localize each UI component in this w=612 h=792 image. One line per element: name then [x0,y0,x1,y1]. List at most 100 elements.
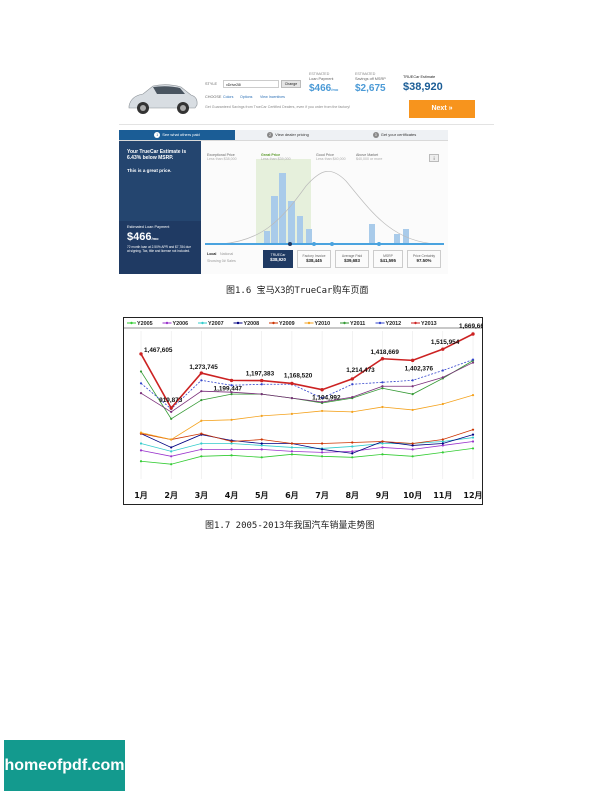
panel-loan-note: 72 month loan at 2.50% APR and $7,784 du… [127,245,191,253]
tab-see-what-others-paid[interactable]: 1 See what others paid [119,130,235,140]
data-point [411,448,414,451]
sales-count: Showing 0# Sales [207,259,236,263]
data-point [260,448,263,451]
data-point [200,398,203,402]
data-point [260,393,263,396]
sales-trend-chart: Y2005 Y2006 Y2007 Y2008 Y2009 Y2010 Y2011 Y2012… [123,317,488,505]
legend-label: Y2012 [386,321,402,327]
data-point [411,385,414,388]
watermark-logo: homeofpdf.com [4,740,125,791]
savings-header2: Savings off MSRP [355,77,386,81]
zone-above-market: Above Market $40,000 or more [356,153,382,161]
marker-value: $41,595 [380,258,396,263]
marker-value: 97.50% [416,258,432,263]
data-point [471,332,475,336]
price-histogram [264,173,409,244]
national-toggle[interactable]: National [220,252,233,256]
x-tick-label: 8月 [345,491,359,500]
data-point [139,392,143,395]
data-point [471,440,475,443]
choose-label: CHOOSE [205,95,222,99]
x-tick-label: 2月 [164,491,178,500]
data-point [200,390,203,393]
data-point [260,456,263,459]
data-point [471,436,475,439]
data-point [441,347,445,351]
view-incentives-link[interactable]: View Incentives [260,95,285,99]
info-icon[interactable]: i [429,154,439,162]
x-tick-label: 9月 [376,491,390,500]
data-point [411,455,414,458]
data-point [320,442,324,445]
data-point [381,442,384,445]
data-point [320,451,324,454]
data-point [381,387,384,390]
legend-label: Y2007 [208,321,224,327]
tab-label: View dealer pricing [275,132,309,137]
data-point [260,438,263,441]
data-point [170,438,173,441]
value-label: 1,402,376 [405,365,434,372]
data-point [351,445,354,448]
legend-marker [414,321,417,325]
data-point [139,442,143,445]
data-point [471,358,475,361]
legend-label: Y2006 [173,321,189,327]
invoice-dot [312,242,316,246]
panel-title: Your TrueCar Estimate is 6.43% below MSR… [127,149,187,161]
marker-invoice: Factory Invoice $38,445 [297,250,331,268]
estimate-value: $38,920 [403,81,443,93]
value-label: 1,199,447 [214,385,243,392]
data-point [441,369,444,372]
tab-number: 1 [154,131,161,138]
data-point [139,382,143,385]
data-point [471,394,475,397]
marker-truecar: TRUECar $38,920 [263,250,293,268]
car-image [128,84,198,114]
step-tabs: 1 See what others paid 2 View dealer prici… [119,130,448,141]
loan-header1: ESTIMATED [309,72,330,76]
legend-marker [272,321,275,325]
data-point [169,406,173,410]
legend-label: Y2011 [350,321,365,327]
data-point [411,379,414,382]
legend-label: Y2013 [421,321,437,327]
zone-great: Great Price Less than $39,000 [261,153,291,161]
value-label: 1,273,745 [189,364,218,371]
change-button[interactable]: Change [281,80,301,88]
data-point [351,441,354,444]
style-select[interactable]: xDrive28i [223,80,279,88]
data-point [380,357,385,361]
data-point [320,448,324,451]
tab-number: 3 [372,131,379,138]
data-point [290,381,294,386]
data-point [290,453,294,456]
legend-marker [343,321,346,325]
data-point [411,393,414,396]
marker-value: $39,683 [344,258,360,263]
tab-get-your-certificates[interactable]: 3 Get your certificates [341,130,448,140]
data-point [170,455,173,458]
x-tick-label: 7月 [315,491,329,500]
data-point [471,428,475,431]
tab-view-dealer-pricing[interactable]: 2 View dealer pricing [235,130,341,140]
data-point [441,444,444,447]
zone-sub: Less than $40,000 [316,157,346,161]
data-point [170,410,173,414]
local-toggle[interactable]: Local [207,252,216,256]
data-point [381,440,384,443]
value-label: 1,168,520 [284,372,313,379]
legend-label: Y2009 [279,321,295,327]
data-point [290,446,294,449]
tab-label: Get your certificates [380,132,417,137]
choose-options-link[interactable]: Options [240,95,252,99]
next-button[interactable]: Next » [409,100,475,118]
value-label: 1,467,605 [144,347,173,354]
value-label: 919,873 [159,397,183,404]
data-point [230,442,233,445]
choose-colors-link[interactable]: Colors [223,95,233,99]
data-point [230,448,233,451]
data-point [441,438,444,441]
data-point [200,432,203,435]
caption-figure-1-7: 图1.7 2005-2013年我国汽车销量走势图 [205,521,375,531]
